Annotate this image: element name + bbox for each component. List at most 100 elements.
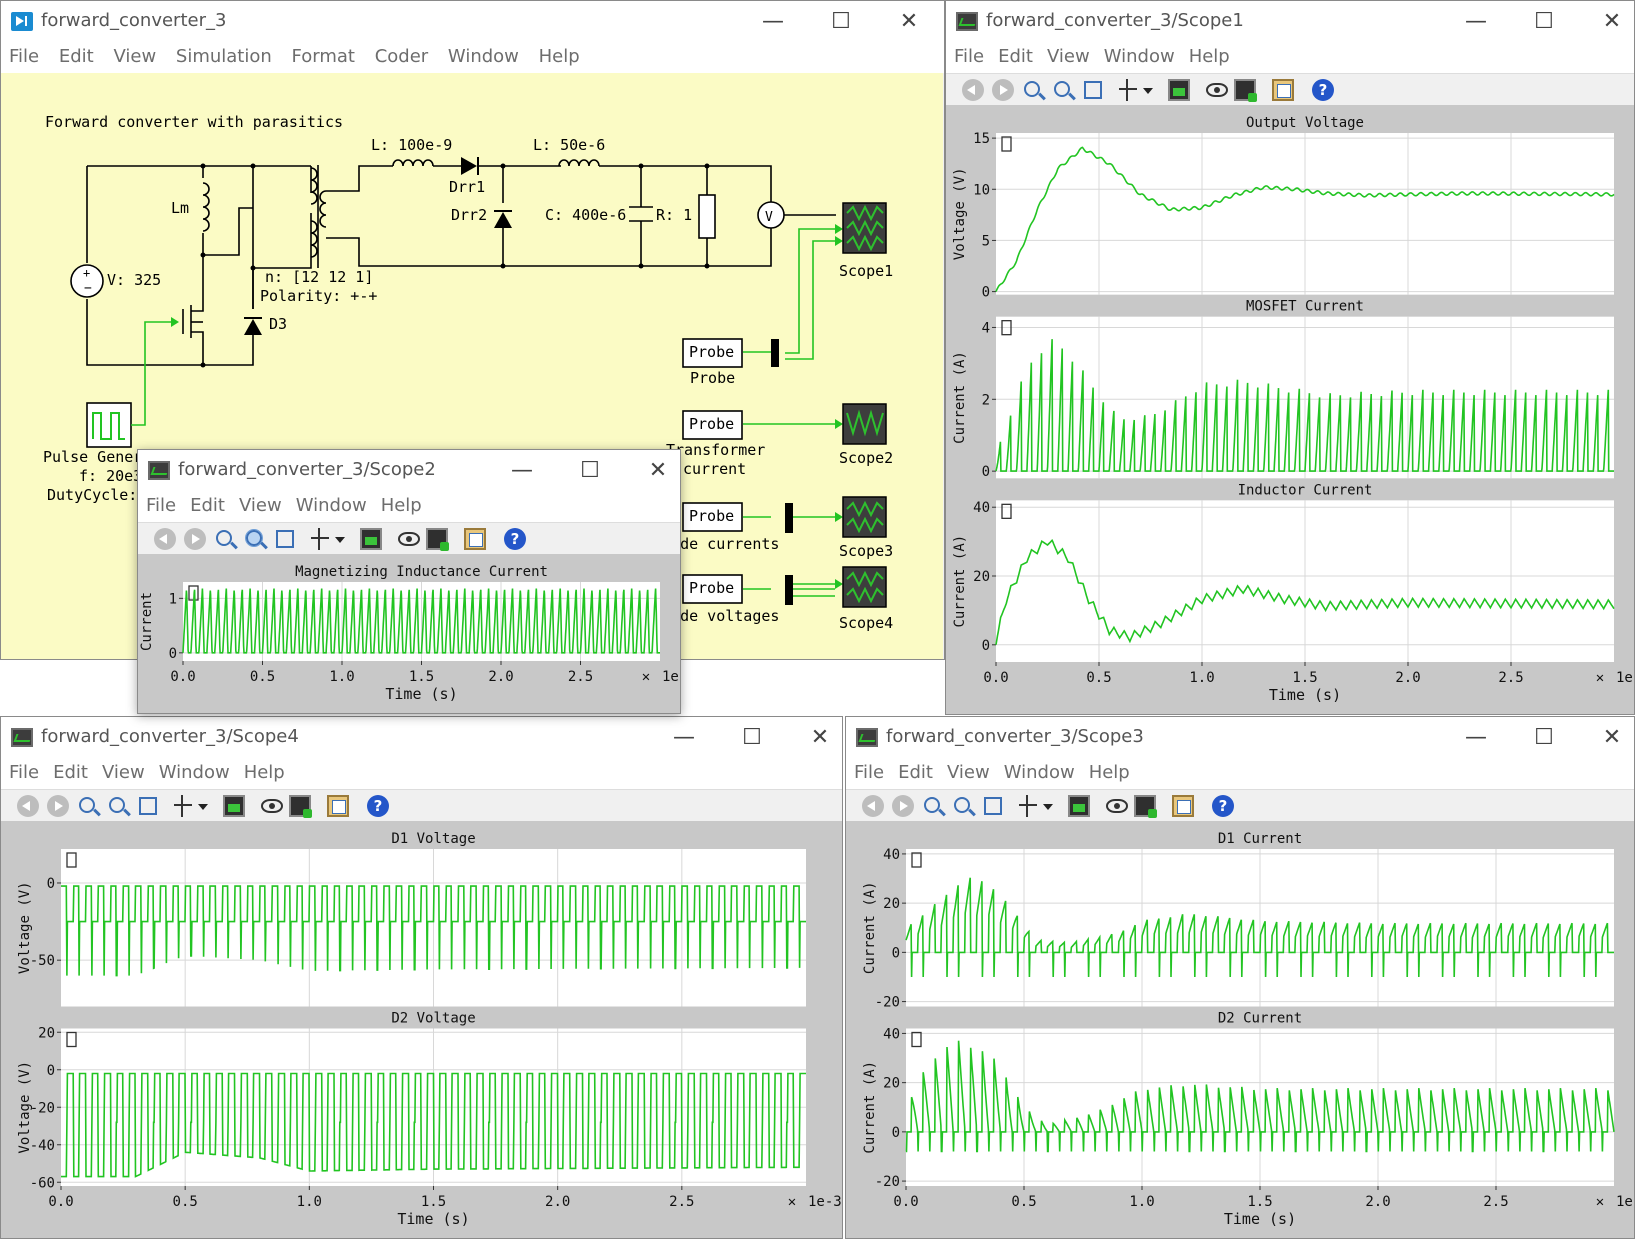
forward-icon[interactable]: [47, 795, 69, 817]
probe-block-1-text[interactable]: Probe: [689, 343, 734, 361]
label-lm: Lm: [171, 199, 190, 217]
menu-window[interactable]: Window: [1004, 762, 1075, 783]
dropdown-arrow-icon[interactable]: [1143, 88, 1153, 94]
menu-edit[interactable]: Edit: [59, 46, 94, 67]
data-view-icon[interactable]: [360, 528, 382, 550]
menu-view[interactable]: View: [1047, 46, 1090, 67]
data-view-icon[interactable]: [223, 795, 245, 817]
zoom-fit-icon[interactable]: [276, 530, 294, 548]
cursor-icon[interactable]: [1119, 79, 1140, 101]
zoom-x-icon[interactable]: [109, 797, 125, 813]
copy-icon[interactable]: [1172, 795, 1194, 817]
menu-help[interactable]: Help: [1089, 762, 1130, 783]
menu-window[interactable]: Window: [296, 495, 367, 516]
trace-visibility-icon[interactable]: [1106, 799, 1128, 813]
dropdown-arrow-icon[interactable]: [198, 804, 208, 810]
x-exponent-marker: ✕: [788, 1194, 796, 1210]
maximize-icon[interactable]: ☐: [732, 723, 772, 753]
menu-view[interactable]: View: [947, 762, 990, 783]
menu-view[interactable]: View: [113, 46, 156, 67]
forward-icon[interactable]: [184, 528, 206, 550]
data-view-icon[interactable]: [1068, 795, 1090, 817]
zoom-x-icon[interactable]: [1054, 81, 1070, 97]
zoom-icon[interactable]: [1024, 81, 1040, 97]
help-icon[interactable]: ?: [1312, 79, 1334, 101]
zoom-icon[interactable]: [216, 530, 232, 546]
zoom-fit-icon[interactable]: [984, 797, 1002, 815]
menu-help[interactable]: Help: [1189, 46, 1230, 67]
x-exponent: 1e-3: [808, 1194, 842, 1210]
menu-edit[interactable]: Edit: [898, 762, 933, 783]
menu-edit[interactable]: Edit: [53, 762, 88, 783]
menu-view[interactable]: View: [239, 495, 282, 516]
probe-block-2-text[interactable]: Probe: [689, 415, 734, 433]
help-icon[interactable]: ?: [367, 795, 389, 817]
zoom-fit-icon[interactable]: [1084, 81, 1102, 99]
close-icon[interactable]: ✕: [800, 723, 840, 753]
menu-file[interactable]: File: [9, 46, 39, 67]
copy-icon[interactable]: [327, 795, 349, 817]
maximize-icon[interactable]: ☐: [570, 456, 610, 486]
help-icon[interactable]: ?: [504, 528, 526, 550]
cursor-icon[interactable]: [174, 795, 195, 817]
probe-block-3-text[interactable]: Probe: [689, 507, 734, 525]
minimize-icon[interactable]: —: [1456, 7, 1496, 37]
maximize-icon[interactable]: ☐: [821, 7, 861, 37]
menu-window[interactable]: Window: [159, 762, 230, 783]
menu-file[interactable]: File: [954, 46, 984, 67]
minimize-icon[interactable]: —: [1456, 723, 1496, 753]
menu-format[interactable]: Format: [292, 46, 355, 67]
trace-visibility-icon[interactable]: [1206, 83, 1228, 97]
export-icon[interactable]: [289, 795, 312, 818]
trace-visibility-icon[interactable]: [398, 532, 420, 546]
close-icon[interactable]: ✕: [1592, 7, 1632, 37]
copy-icon[interactable]: [1272, 79, 1294, 101]
probe-block-4-text[interactable]: Probe: [689, 579, 734, 597]
menu-window[interactable]: Window: [448, 46, 519, 67]
zoom-x-icon[interactable]: [954, 797, 970, 813]
export-icon[interactable]: [426, 528, 449, 551]
back-icon[interactable]: [962, 79, 984, 101]
menu-file[interactable]: File: [9, 762, 39, 783]
trace-visibility-icon[interactable]: [261, 799, 283, 813]
menu-help[interactable]: Help: [539, 46, 580, 67]
forward-icon[interactable]: [992, 79, 1014, 101]
menu-edit[interactable]: Edit: [998, 46, 1033, 67]
minimize-icon[interactable]: —: [502, 456, 542, 486]
dropdown-arrow-icon[interactable]: [335, 537, 345, 543]
close-icon[interactable]: ✕: [1592, 723, 1632, 753]
menu-edit[interactable]: Edit: [190, 495, 225, 516]
dropdown-arrow-icon[interactable]: [1043, 804, 1053, 810]
export-icon[interactable]: [1134, 795, 1157, 818]
maximize-icon[interactable]: ☐: [1524, 723, 1564, 753]
zoom-icon[interactable]: [79, 797, 95, 813]
maximize-icon[interactable]: ☐: [1524, 7, 1564, 37]
menu-view[interactable]: View: [102, 762, 145, 783]
menu-help[interactable]: Help: [381, 495, 422, 516]
x-tick-label: 2.0: [1365, 1194, 1390, 1210]
forward-icon[interactable]: [892, 795, 914, 817]
minimize-icon[interactable]: —: [753, 7, 793, 37]
zoom-fit-icon[interactable]: [139, 797, 157, 815]
zoom-icon[interactable]: [924, 797, 940, 813]
back-icon[interactable]: [154, 528, 176, 550]
minimize-icon[interactable]: —: [664, 723, 704, 753]
menu-file[interactable]: File: [146, 495, 176, 516]
back-icon[interactable]: [862, 795, 884, 817]
menu-help[interactable]: Help: [244, 762, 285, 783]
copy-icon[interactable]: [464, 528, 486, 550]
y-tick-label: 40: [883, 847, 900, 863]
back-icon[interactable]: [17, 795, 39, 817]
help-icon[interactable]: ?: [1212, 795, 1234, 817]
close-icon[interactable]: ✕: [889, 7, 929, 37]
data-view-icon[interactable]: [1168, 79, 1190, 101]
menu-file[interactable]: File: [854, 762, 884, 783]
cursor-icon[interactable]: [311, 528, 332, 550]
export-icon[interactable]: [1234, 79, 1257, 102]
menu-window[interactable]: Window: [1104, 46, 1175, 67]
menu-simulation[interactable]: Simulation: [176, 46, 272, 67]
zoom-x-icon[interactable]: [245, 529, 263, 547]
cursor-icon[interactable]: [1019, 795, 1040, 817]
menu-coder[interactable]: Coder: [375, 46, 428, 67]
close-icon[interactable]: ✕: [638, 456, 678, 486]
